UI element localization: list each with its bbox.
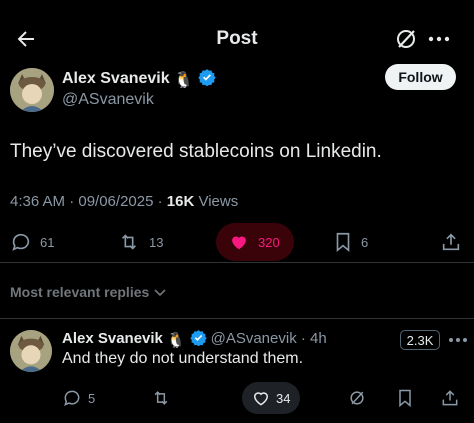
like-count: 320	[258, 234, 280, 250]
reply-reply-count: 5	[88, 390, 96, 406]
avatar[interactable]	[10, 68, 54, 112]
penguin-emoji: 🐧	[173, 72, 194, 89]
author-name[interactable]: Alex Svanevik 🐧	[62, 68, 216, 90]
share-icon	[442, 233, 460, 251]
share-icon	[442, 390, 458, 406]
followers-badge[interactable]: 2.3K	[400, 330, 440, 350]
bookmark-count: 6	[361, 234, 369, 250]
author-handle[interactable]: @ASvanevik	[62, 91, 154, 109]
repost-button[interactable]: 13	[117, 222, 163, 262]
views-count: 16K	[166, 193, 195, 210]
repost-icon	[154, 391, 168, 405]
verified-badge-icon	[197, 69, 216, 86]
repost-count: 13	[149, 234, 164, 250]
reply-author-name[interactable]: Alex Svanevik 🐧 @ASvanevik · 4h	[62, 329, 327, 349]
reply-like-button[interactable]: 34	[251, 383, 290, 413]
follow-button[interactable]: Follow	[385, 64, 456, 90]
chevron-down-icon	[154, 289, 166, 297]
replies-sort-dropdown[interactable]: Most relevant replies	[10, 284, 167, 300]
reply-handle-time: @ASvanevik · 4h	[210, 330, 327, 347]
reply-text: And they do not understand them.	[62, 350, 304, 367]
verified-badge-icon	[189, 330, 207, 346]
heart-icon	[253, 392, 269, 406]
grok-icon[interactable]	[394, 27, 418, 51]
reply-count: 61	[40, 234, 55, 250]
divider	[0, 262, 474, 263]
bookmark-button[interactable]: 6	[333, 222, 368, 262]
top-bar: Post	[0, 0, 474, 72]
reply-share-button[interactable]	[440, 383, 460, 413]
views-label: Views	[194, 193, 239, 210]
post-actions: 61 13 320 6	[0, 222, 474, 262]
reply-actions: 5 34	[0, 383, 474, 413]
reply-icon	[64, 390, 80, 407]
post-meta: 4:36 AM · 09/06/2025 · 16K Views	[10, 193, 238, 210]
replies-sort-label: Most relevant replies	[10, 284, 150, 300]
reply-bookmark-button[interactable]	[396, 383, 414, 413]
share-button[interactable]	[440, 222, 462, 262]
repost-icon	[121, 234, 137, 250]
reply-button[interactable]: 61	[10, 222, 54, 262]
reply-icon	[12, 233, 30, 251]
penguin-emoji: 🐧	[166, 332, 186, 349]
heart-filled-icon	[232, 236, 246, 250]
reply-reply-button[interactable]: 5	[62, 383, 95, 413]
reply-avatar[interactable]	[10, 330, 52, 372]
post-timestamp[interactable]: 4:36 AM · 09/06/2025 ·	[10, 193, 167, 210]
bookmark-icon	[336, 232, 350, 253]
reply-grok-button[interactable]	[347, 383, 367, 413]
like-button[interactable]: 320	[228, 222, 280, 262]
more-horizontal-icon[interactable]	[426, 27, 452, 51]
more-horizontal-icon[interactable]	[446, 333, 470, 347]
reply-repost-button[interactable]	[150, 383, 172, 413]
post-text: They’ve discovered stablecoins on Linked…	[10, 141, 382, 162]
reply-like-count: 34	[276, 390, 291, 406]
grok-icon	[350, 391, 364, 405]
bookmark-icon	[399, 389, 411, 408]
divider	[0, 318, 474, 319]
